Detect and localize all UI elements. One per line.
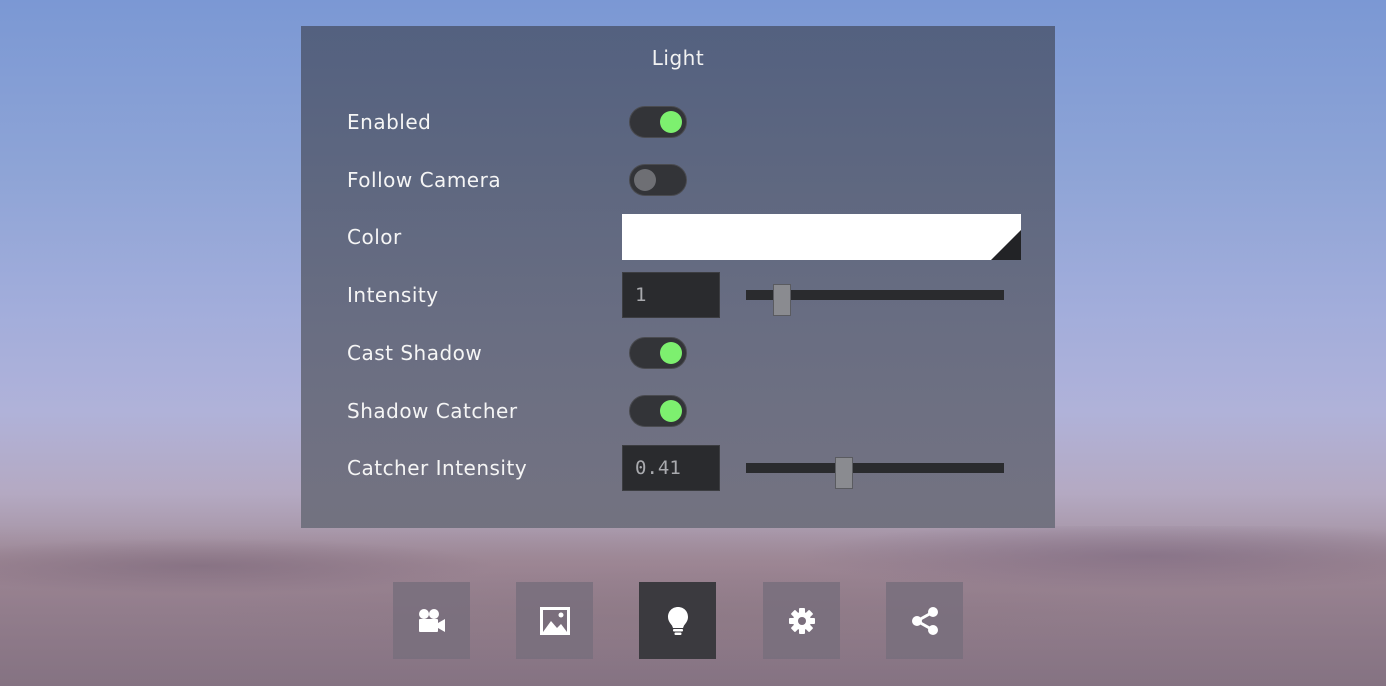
row-catcher-intensity: Catcher Intensity — [347, 445, 1021, 491]
camera-button[interactable] — [393, 582, 470, 659]
cast-shadow-label: Cast Shadow — [347, 341, 483, 365]
follow-camera-label: Follow Camera — [347, 168, 502, 192]
cast-shadow-toggle[interactable] — [629, 337, 687, 369]
image-button[interactable] — [516, 582, 593, 659]
row-cast-shadow: Cast Shadow — [347, 330, 1021, 376]
catcher-intensity-label: Catcher Intensity — [347, 456, 528, 480]
row-intensity: Intensity — [347, 272, 1021, 318]
row-follow-camera: Follow Camera — [347, 157, 1021, 203]
catcher-intensity-slider[interactable] — [746, 457, 1004, 489]
gear-icon — [788, 607, 815, 634]
row-shadow-catcher: Shadow Catcher — [347, 388, 1021, 434]
row-enabled: Enabled — [347, 99, 1021, 145]
shadow-catcher-label: Shadow Catcher — [347, 399, 518, 423]
shadow-catcher-toggle[interactable] — [629, 395, 687, 427]
catcher-intensity-input[interactable] — [622, 445, 720, 491]
toggle-knob — [634, 169, 656, 191]
lightbulb-button[interactable] — [639, 582, 716, 659]
settings-button[interactable] — [763, 582, 840, 659]
bottom-toolbar — [0, 582, 1386, 659]
share-button[interactable] — [886, 582, 963, 659]
share-icon — [911, 606, 938, 635]
lightbulb-icon — [667, 606, 688, 635]
toggle-knob — [660, 400, 682, 422]
toggle-knob — [660, 342, 682, 364]
toggle-knob — [660, 111, 682, 133]
follow-camera-toggle[interactable] — [629, 164, 687, 196]
light-settings-panel: Light Enabled Follow Camera Color Intens… — [301, 26, 1055, 528]
color-picker-swatch[interactable] — [622, 214, 1021, 260]
color-picker-corner-icon — [991, 230, 1021, 260]
intensity-label: Intensity — [347, 283, 439, 307]
color-label: Color — [347, 225, 402, 249]
intensity-slider-handle[interactable] — [773, 284, 792, 316]
enabled-toggle[interactable] — [629, 106, 687, 138]
image-icon — [539, 606, 570, 635]
catcher-intensity-slider-handle[interactable] — [835, 457, 854, 489]
camera-icon — [418, 608, 445, 632]
row-color: Color — [347, 214, 1021, 260]
panel-title: Light — [651, 46, 705, 70]
intensity-slider[interactable] — [746, 284, 1004, 316]
enabled-label: Enabled — [347, 110, 432, 134]
intensity-input[interactable] — [622, 272, 720, 318]
